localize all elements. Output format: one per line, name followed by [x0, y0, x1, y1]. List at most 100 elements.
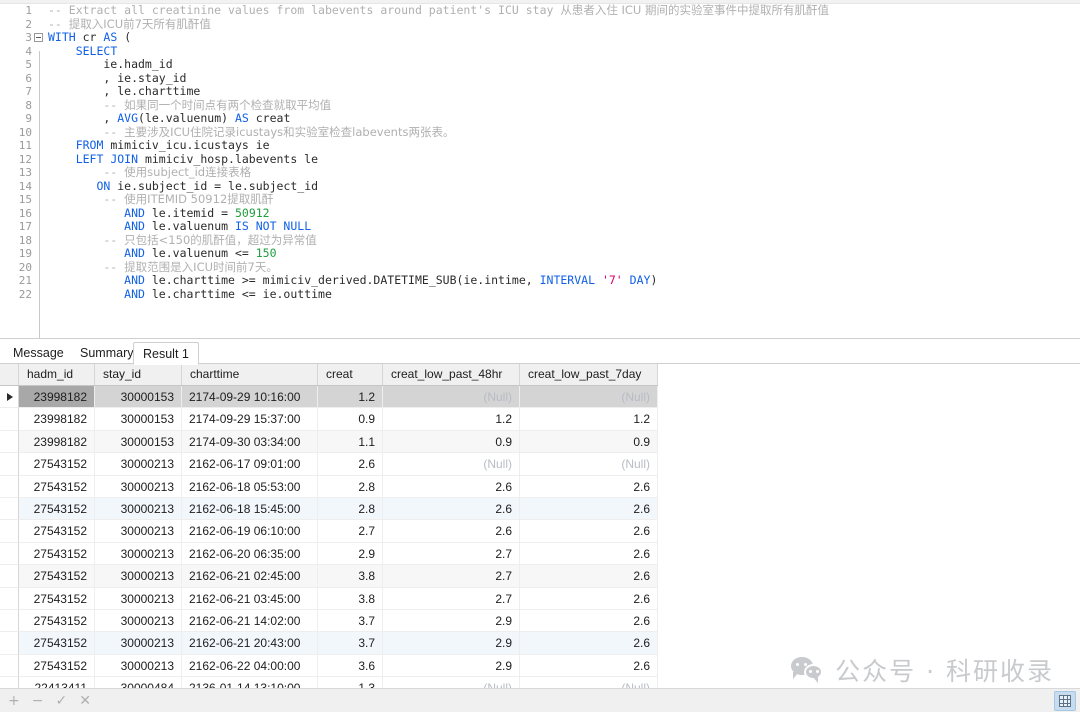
table-cell[interactable]: 2.6	[318, 453, 383, 476]
table-cell[interactable]: 27543152	[19, 520, 95, 543]
table-cell[interactable]: 1.3	[318, 677, 383, 688]
table-cell[interactable]: 2.8	[318, 475, 383, 498]
table-cell[interactable]: 2.6	[520, 632, 658, 655]
table-cell[interactable]: 23998182	[19, 386, 95, 409]
table-cell[interactable]: 2136-01-14 13:10:00	[182, 677, 318, 688]
row-indicator[interactable]	[0, 453, 19, 476]
table-cell[interactable]: 27543152	[19, 632, 95, 655]
row-indicator[interactable]	[0, 565, 19, 588]
table-cell[interactable]: 27543152	[19, 609, 95, 633]
table-row[interactable]: 23998182 30000153 2174-09-30 03:34:00 1.1 0.…	[0, 430, 658, 454]
table-cell[interactable]: 2.6	[520, 520, 658, 543]
table-cell[interactable]: 30000153	[95, 386, 182, 409]
result-grid[interactable]: hadm_id stay_id charttime creat creat_low_pa…	[0, 364, 1080, 688]
column-header-hadm_id[interactable]: hadm_id	[19, 364, 95, 385]
table-cell[interactable]: 30000213	[95, 520, 182, 543]
row-indicator[interactable]	[0, 408, 19, 431]
table-cell[interactable]: 2162-06-22 04:00:00	[182, 654, 318, 678]
table-cell[interactable]: 27543152	[19, 565, 95, 588]
table-cell[interactable]: 2162-06-18 05:53:00	[182, 475, 318, 498]
table-cell[interactable]: 2162-06-21 02:45:00	[182, 565, 318, 588]
grid-header-row[interactable]: hadm_id stay_id charttime creat creat_low_pa…	[0, 364, 658, 386]
table-cell[interactable]: 2174-09-29 15:37:00	[182, 408, 318, 431]
table-cell[interactable]: 27543152	[19, 453, 95, 476]
table-cell[interactable]: 27543152	[19, 542, 95, 566]
table-cell[interactable]: 1.1	[318, 430, 383, 454]
table-cell[interactable]: 30000213	[95, 654, 182, 678]
table-cell[interactable]: 30000213	[95, 497, 182, 521]
table-cell[interactable]: 2174-09-30 03:34:00	[182, 430, 318, 454]
table-cell[interactable]: 0.9	[383, 430, 520, 454]
table-cell[interactable]: 2.7	[383, 587, 520, 610]
table-cell[interactable]: 2162-06-20 06:35:00	[182, 542, 318, 566]
table-row[interactable]: 27543152 30000213 2162-06-21 20:43:00 3.7 2.…	[0, 632, 658, 655]
table-cell[interactable]: 27543152	[19, 475, 95, 498]
grid-view-icon[interactable]	[1054, 691, 1076, 711]
tab-summary[interactable]: Summary	[71, 342, 142, 365]
table-cell[interactable]: 2.6	[383, 497, 520, 521]
table-row[interactable]: 27543152 30000213 2162-06-18 15:45:00 2.8 2.…	[0, 497, 658, 521]
table-cell[interactable]: 27543152	[19, 654, 95, 678]
table-cell[interactable]: (Null)	[383, 677, 520, 688]
column-header-creat[interactable]: creat	[318, 364, 383, 385]
table-cell[interactable]: 30000213	[95, 565, 182, 588]
table-cell[interactable]: (Null)	[520, 386, 658, 409]
table-cell[interactable]: 2.6	[520, 587, 658, 610]
remove-row-button[interactable]: −	[32, 694, 44, 708]
row-indicator[interactable]	[0, 677, 19, 688]
table-cell[interactable]: 2.9	[383, 654, 520, 678]
table-row[interactable]: 27543152 30000213 2162-06-21 14:02:00 3.7 2.…	[0, 609, 658, 633]
table-row[interactable]: 23998182 30000153 2174-09-29 10:16:00 1.2 (N…	[0, 386, 658, 409]
table-cell[interactable]: (Null)	[520, 677, 658, 688]
table-cell[interactable]: 2.6	[520, 475, 658, 498]
result-tabstrip[interactable]: Message Summary Result 1	[0, 338, 1080, 365]
row-indicator[interactable]	[0, 430, 19, 454]
table-cell[interactable]: 2.9	[383, 632, 520, 655]
table-row[interactable]: 27543152 30000213 2162-06-22 04:00:00 3.6 2.…	[0, 654, 658, 678]
table-cell[interactable]: 2.6	[383, 520, 520, 543]
table-cell[interactable]: 0.9	[318, 408, 383, 431]
table-row[interactable]: 27543152 30000213 2162-06-21 03:45:00 3.8 2.…	[0, 587, 658, 610]
table-cell[interactable]: 30000213	[95, 587, 182, 610]
table-cell[interactable]: 2.9	[318, 542, 383, 566]
table-row[interactable]: 27543152 30000213 2162-06-20 06:35:00 2.9 2.…	[0, 542, 658, 566]
table-cell[interactable]: 2.6	[383, 475, 520, 498]
status-bar-buttons[interactable]: + − ✓ ✕	[8, 689, 91, 712]
table-cell[interactable]: 3.6	[318, 654, 383, 678]
row-indicator[interactable]	[0, 475, 19, 498]
table-cell[interactable]: 23998182	[19, 430, 95, 454]
table-cell[interactable]: 2.8	[318, 497, 383, 521]
table-cell[interactable]: (Null)	[383, 386, 520, 409]
table-row[interactable]: 27543152 30000213 2162-06-18 05:53:00 2.8 2.…	[0, 475, 658, 498]
row-indicator[interactable]	[0, 587, 19, 610]
table-row[interactable]: 27543152 30000213 2162-06-21 02:45:00 3.8 2.…	[0, 565, 658, 588]
table-cell[interactable]: 2.6	[520, 565, 658, 588]
code-fold-toggle-icon[interactable]	[34, 33, 43, 42]
table-cell[interactable]: 30000213	[95, 475, 182, 498]
commit-button[interactable]: ✓	[55, 694, 67, 708]
table-cell[interactable]: 2162-06-21 14:02:00	[182, 609, 318, 633]
table-cell[interactable]: (Null)	[383, 453, 520, 476]
column-header-creat_low_past_7day[interactable]: creat_low_past_7day	[520, 364, 658, 385]
table-cell[interactable]: 0.9	[520, 430, 658, 454]
table-cell[interactable]: 2.7	[383, 542, 520, 566]
table-cell[interactable]: 23998182	[19, 408, 95, 431]
table-row[interactable]: 22413411300004842136-01-14 13:10:001.3(N…	[0, 677, 658, 688]
table-cell[interactable]: 1.2	[520, 408, 658, 431]
table-cell[interactable]: 2162-06-17 09:01:00	[182, 453, 318, 476]
column-header-creat_low_past_48hr[interactable]: creat_low_past_48hr	[383, 364, 520, 385]
column-header-stay_id[interactable]: stay_id	[95, 364, 182, 385]
table-cell[interactable]: 30000213	[95, 632, 182, 655]
table-cell[interactable]: 30000153	[95, 430, 182, 454]
table-cell[interactable]: 27543152	[19, 587, 95, 610]
row-indicator[interactable]	[0, 497, 19, 521]
tab-message[interactable]: Message	[4, 342, 73, 365]
table-cell[interactable]: 2174-09-29 10:16:00	[182, 386, 318, 409]
row-indicator[interactable]	[0, 386, 19, 409]
table-cell[interactable]: (Null)	[520, 453, 658, 476]
table-cell[interactable]: 30000153	[95, 408, 182, 431]
table-cell[interactable]: 2.9	[383, 609, 520, 633]
table-cell[interactable]: 3.7	[318, 609, 383, 633]
row-indicator[interactable]	[0, 520, 19, 543]
table-cell[interactable]: 2162-06-21 20:43:00	[182, 632, 318, 655]
